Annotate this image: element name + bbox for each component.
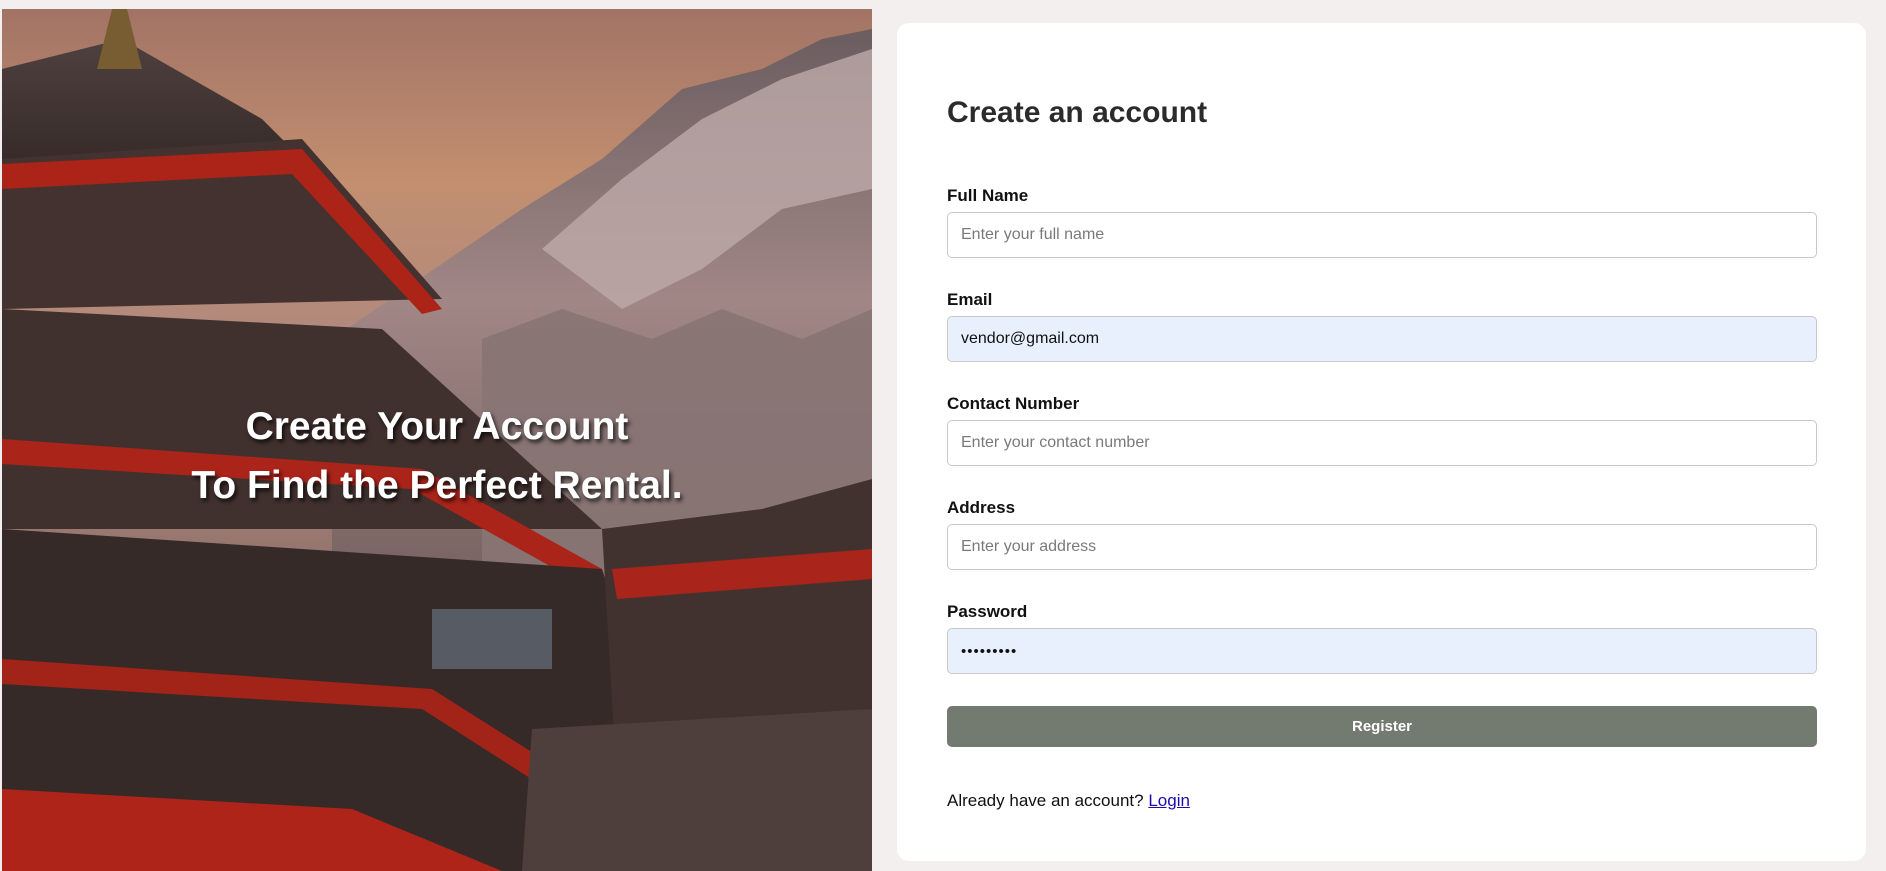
address-field: Address <box>947 498 1817 570</box>
address-input[interactable] <box>947 524 1817 570</box>
email-field: Email <box>947 290 1817 362</box>
full-name-input[interactable] <box>947 212 1817 258</box>
email-input[interactable] <box>947 316 1817 362</box>
register-page: Create Your Account To Find the Perfect … <box>0 0 1886 871</box>
hero-headline: Create Your Account To Find the Perfect … <box>2 397 872 515</box>
password-field: Password <box>947 602 1817 674</box>
hero-image-panel: Create Your Account To Find the Perfect … <box>2 9 872 871</box>
contact-number-label: Contact Number <box>947 394 1080 413</box>
full-name-field: Full Name <box>947 186 1817 258</box>
full-name-label: Full Name <box>947 186 1029 205</box>
register-button[interactable]: Register <box>947 706 1817 747</box>
password-label: Password <box>947 602 1028 621</box>
login-link[interactable]: Login <box>1148 791 1190 810</box>
hero-headline-line-2: To Find the Perfect Rental. <box>191 464 683 507</box>
hero-headline-line-1: Create Your Account <box>245 405 629 448</box>
contact-number-field: Contact Number <box>947 394 1817 466</box>
login-prompt-text: Already have an account? <box>947 791 1144 810</box>
contact-number-input[interactable] <box>947 420 1817 466</box>
form-title: Create an account <box>947 96 1208 129</box>
register-form-card: Create an account Full Name Email Contac… <box>897 23 1866 861</box>
password-input[interactable] <box>947 628 1817 674</box>
address-label: Address <box>947 498 1016 517</box>
email-label: Email <box>947 290 993 309</box>
login-prompt: Already have an account? Login <box>947 791 1190 811</box>
